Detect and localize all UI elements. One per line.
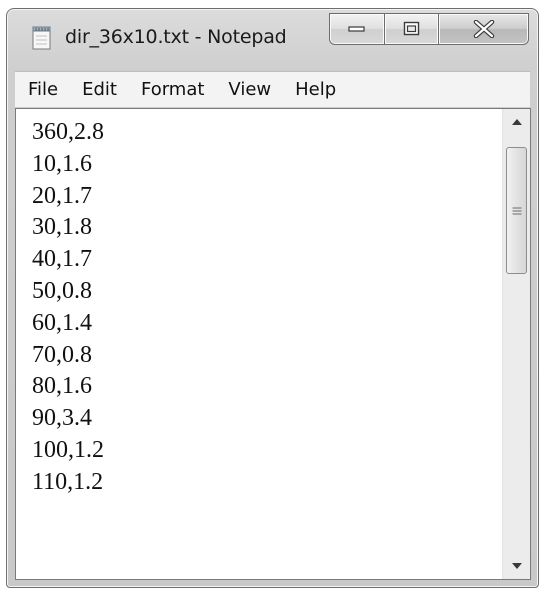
menu-format[interactable]: Format bbox=[129, 73, 216, 107]
text-line: 40,1.7 bbox=[32, 246, 92, 273]
scroll-thumb[interactable] bbox=[506, 147, 527, 274]
text-line: 360,2.8 bbox=[32, 119, 104, 145]
text-content[interactable]: 360,2.8 10,1.6 20,1.7 30,1.8 40,1.7 50,0… bbox=[16, 109, 504, 579]
notepad-window: dir_36x10.txt - Notepad File Edit Format… bbox=[6, 8, 539, 588]
text-line: 60,1.4 bbox=[32, 309, 92, 336]
text-line: 100,1.2 bbox=[32, 436, 104, 463]
menu-edit[interactable]: Edit bbox=[70, 73, 129, 107]
caption-buttons bbox=[329, 13, 529, 47]
close-button[interactable] bbox=[439, 13, 529, 45]
maximize-button[interactable] bbox=[385, 13, 439, 45]
scroll-up-arrow-icon bbox=[511, 119, 522, 125]
menu-bar: File Edit Format View Help bbox=[15, 71, 530, 107]
window-title: dir_36x10.txt - Notepad bbox=[65, 26, 287, 48]
minimize-button[interactable] bbox=[329, 13, 385, 45]
title-bar[interactable]: dir_36x10.txt - Notepad bbox=[7, 9, 538, 63]
scroll-down-button[interactable] bbox=[503, 553, 530, 579]
text-line: 10,1.6 bbox=[32, 150, 92, 177]
text-line: 110,1.2 bbox=[32, 468, 104, 495]
scroll-down-arrow-icon bbox=[511, 563, 522, 569]
text-line: 30,1.8 bbox=[32, 214, 92, 241]
menu-help[interactable]: Help bbox=[283, 73, 348, 107]
notepad-app-icon bbox=[32, 26, 51, 50]
text-line: 50,0.8 bbox=[32, 277, 92, 304]
text-line: 70,0.8 bbox=[32, 341, 92, 368]
menu-view[interactable]: View bbox=[216, 73, 283, 107]
scroll-up-button[interactable] bbox=[503, 109, 530, 135]
scroll-grip-icon bbox=[512, 207, 521, 214]
text-line: 90,3.4 bbox=[32, 405, 92, 432]
maximize-icon bbox=[403, 21, 419, 36]
close-icon bbox=[473, 20, 494, 38]
text-line: 80,1.6 bbox=[32, 373, 92, 400]
menu-file[interactable]: File bbox=[15, 73, 70, 107]
text-editor[interactable]: 360,2.8 10,1.6 20,1.7 30,1.8 40,1.7 50,0… bbox=[15, 108, 531, 580]
vertical-scrollbar[interactable] bbox=[502, 109, 530, 579]
text-line: 20,1.7 bbox=[32, 182, 92, 209]
minimize-icon bbox=[348, 26, 365, 32]
